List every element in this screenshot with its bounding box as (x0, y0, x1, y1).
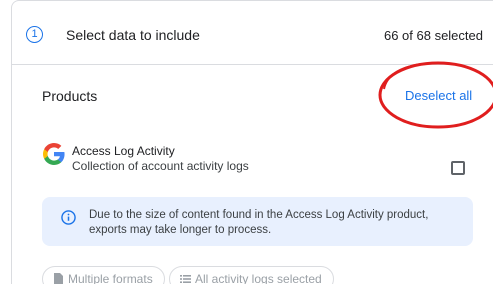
formats-chip-label: Multiple formats (68, 272, 153, 284)
info-icon (61, 210, 76, 225)
activity-logs-chip[interactable]: All activity logs selected (169, 266, 334, 284)
google-g-icon (43, 143, 65, 165)
step-header[interactable]: 1 Select data to include 66 of 68 select… (12, 1, 493, 65)
product-description: Collection of account activity logs (72, 159, 249, 173)
step-number-badge: 1 (26, 26, 43, 43)
products-heading: Products (42, 88, 98, 104)
product-checkbox[interactable] (451, 161, 465, 175)
info-message: Due to the size of content found in the … (89, 209, 429, 236)
info-banner: Due to the size of content found in the … (42, 197, 473, 246)
deselect-all-button[interactable]: Deselect all (405, 88, 472, 103)
selected-count: 66 of 68 selected (383, 28, 483, 43)
list-icon (180, 275, 191, 283)
step-title: Select data to include (66, 27, 200, 43)
file-icon (54, 273, 63, 284)
export-step-card: 1 Select data to include 66 of 68 select… (11, 0, 493, 284)
activity-logs-chip-label: All activity logs selected (195, 272, 322, 284)
product-name: Access Log Activity (72, 144, 175, 158)
formats-chip[interactable]: Multiple formats (42, 266, 165, 284)
